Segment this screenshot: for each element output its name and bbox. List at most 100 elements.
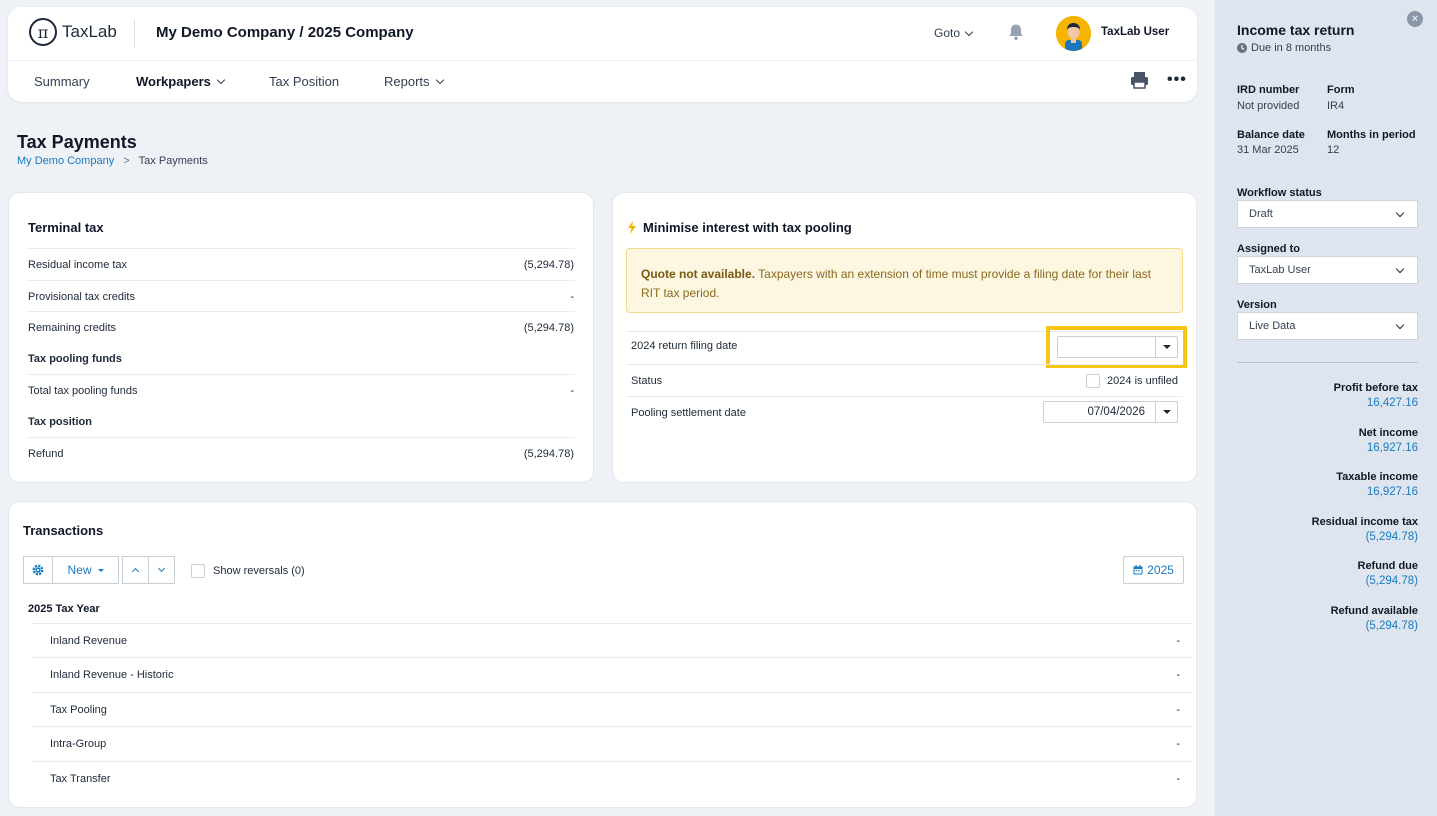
nav-reports-label: Reports (384, 74, 430, 89)
quote-not-available-notice: Quote not available. Taxpayers with an e… (626, 248, 1183, 313)
logo-text: TaxLab (62, 22, 117, 41)
settlement-date-dropdown-button[interactable] (1155, 402, 1177, 422)
year-selector-button[interactable]: 2025 (1123, 556, 1184, 584)
move-up-button[interactable] (122, 556, 149, 584)
show-reversals-label: Show reversals (0) (213, 565, 305, 577)
row-label: Provisional tax credits (28, 290, 135, 303)
breadcrumb: My Demo Company > Tax Payments (17, 155, 208, 167)
show-reversals-group[interactable]: Show reversals (0) (191, 564, 305, 578)
due-text: Due in 8 months (1251, 42, 1332, 54)
tax-pooling-title-text: Minimise interest with tax pooling (643, 220, 852, 235)
transaction-label: Intra-Group (50, 738, 107, 750)
metric-value[interactable]: (5,294.78) (1366, 531, 1418, 543)
bell-icon[interactable] (1006, 22, 1026, 42)
form-value: IR4 (1327, 100, 1345, 112)
metric-label: Net income (1358, 426, 1418, 439)
caret-down-icon (1162, 345, 1171, 349)
nav-workpapers-label: Workpapers (136, 74, 211, 89)
ird-number-value: Not provided (1237, 100, 1300, 112)
chevron-down-icon (216, 75, 226, 85)
transaction-row[interactable]: Tax Transfer - (32, 761, 1192, 796)
chevron-down-icon (157, 564, 166, 573)
metric-label: Residual income tax (1311, 515, 1418, 528)
printer-icon[interactable] (1130, 71, 1149, 89)
nav-summary-label: Summary (34, 74, 90, 89)
filing-date-dropdown-button[interactable] (1155, 337, 1177, 357)
transaction-row[interactable]: Intra-Group - (32, 726, 1192, 761)
balance-date-value: 31 Mar 2025 (1237, 144, 1299, 156)
header-divider (134, 20, 135, 48)
version-label: Version (1237, 299, 1277, 311)
breadcrumb-root-link[interactable]: My Demo Company (17, 155, 114, 167)
transaction-label: Tax Transfer (50, 773, 111, 785)
filing-date-input[interactable] (1057, 336, 1178, 358)
workflow-status-value: Draft (1249, 208, 1273, 220)
user-name[interactable]: TaxLab User (1101, 26, 1169, 38)
metric-value[interactable]: 16,927.16 (1367, 442, 1418, 454)
nav-reports[interactable]: Reports (384, 74, 444, 89)
settlement-date-input[interactable]: 07/04/2026 (1043, 401, 1178, 423)
taxlab-logo[interactable]: π TaxLab (29, 18, 117, 46)
transaction-value: - (1176, 704, 1180, 716)
months-in-period-value: 12 (1327, 144, 1340, 156)
panel-title: Income tax return (1237, 22, 1355, 38)
metric-value[interactable]: 16,927.16 (1367, 486, 1418, 498)
tax-pooling-title: Minimise interest with tax pooling (627, 220, 852, 235)
transaction-row[interactable]: Tax Pooling - (32, 692, 1192, 727)
breadcrumb-separator: > (123, 155, 130, 167)
panel-divider (1237, 362, 1418, 363)
row-label: 2024 return filing date (631, 340, 738, 352)
row-label: Status (631, 374, 663, 387)
total-tax-pooling-funds-row: Total tax pooling funds - (27, 374, 575, 406)
transaction-label: Inland Revenue (50, 635, 128, 647)
version-value: Live Data (1249, 320, 1296, 332)
metric-value[interactable]: (5,294.78) (1366, 575, 1418, 587)
transaction-value: - (1176, 738, 1180, 750)
transaction-label: Tax Pooling (50, 704, 107, 716)
user-avatar-icon[interactable] (1056, 16, 1091, 51)
workflow-status-select[interactable]: Draft (1237, 200, 1418, 228)
more-options-icon[interactable]: ••• (1167, 71, 1187, 89)
unfiled-checkbox-group[interactable]: 2024 is unfiled (1086, 373, 1183, 388)
tax-position-section: Tax position (27, 406, 575, 438)
terminal-tax-title: Terminal tax (28, 220, 104, 235)
unfiled-checkbox[interactable] (1086, 373, 1101, 388)
residual-income-tax-row: Residual income tax (5,294.78) (27, 248, 575, 280)
status-row: Status 2024 is unfiled (626, 364, 1183, 396)
balance-date-label: Balance date (1237, 129, 1305, 141)
close-icon[interactable]: × (1407, 11, 1423, 27)
main-nav: Summary Workpapers Tax Position Reports … (8, 61, 1197, 101)
row-value: (5,294.78) (523, 258, 574, 271)
goto-dropdown[interactable]: Goto (934, 26, 974, 40)
calendar-icon (1133, 565, 1143, 575)
company-title[interactable]: My Demo Company / 2025 Company (156, 24, 414, 41)
tax-year-group-header[interactable]: 2025 Tax Year (28, 603, 100, 615)
row-value: (5,294.78) (523, 321, 574, 334)
new-button-label: New (67, 563, 92, 577)
nav-tax-position-label: Tax Position (269, 74, 340, 89)
chevron-down-icon (1395, 208, 1405, 217)
page-title: Tax Payments (17, 132, 137, 152)
move-down-button[interactable] (148, 556, 175, 584)
version-select[interactable]: Live Data (1237, 312, 1418, 340)
nav-summary[interactable]: Summary (34, 74, 90, 89)
assigned-to-select[interactable]: TaxLab User (1237, 256, 1418, 284)
metric-label: Profit before tax (1333, 382, 1418, 394)
transaction-row[interactable]: Inland Revenue - (32, 623, 1192, 658)
chevron-down-icon (1395, 264, 1405, 273)
transaction-row[interactable]: Inland Revenue - Historic - (32, 657, 1192, 692)
due-status: Due in 8 months (1237, 42, 1331, 54)
nav-workpapers[interactable]: Workpapers (136, 74, 226, 89)
assigned-to-value: TaxLab User (1249, 264, 1311, 276)
new-button[interactable]: New (52, 556, 119, 584)
form-label: Form (1327, 84, 1355, 96)
metric-value[interactable]: 16,427.16 (1367, 397, 1418, 409)
row-label: Pooling settlement date (631, 406, 746, 419)
settings-button[interactable] (23, 556, 53, 584)
transaction-label: Inland Revenue - Historic (50, 669, 174, 681)
show-reversals-checkbox[interactable] (191, 564, 205, 578)
transaction-value: - (1176, 773, 1180, 785)
breadcrumb-current: Tax Payments (138, 155, 208, 167)
nav-tax-position[interactable]: Tax Position (269, 74, 339, 89)
metric-value[interactable]: (5,294.78) (1366, 620, 1418, 632)
